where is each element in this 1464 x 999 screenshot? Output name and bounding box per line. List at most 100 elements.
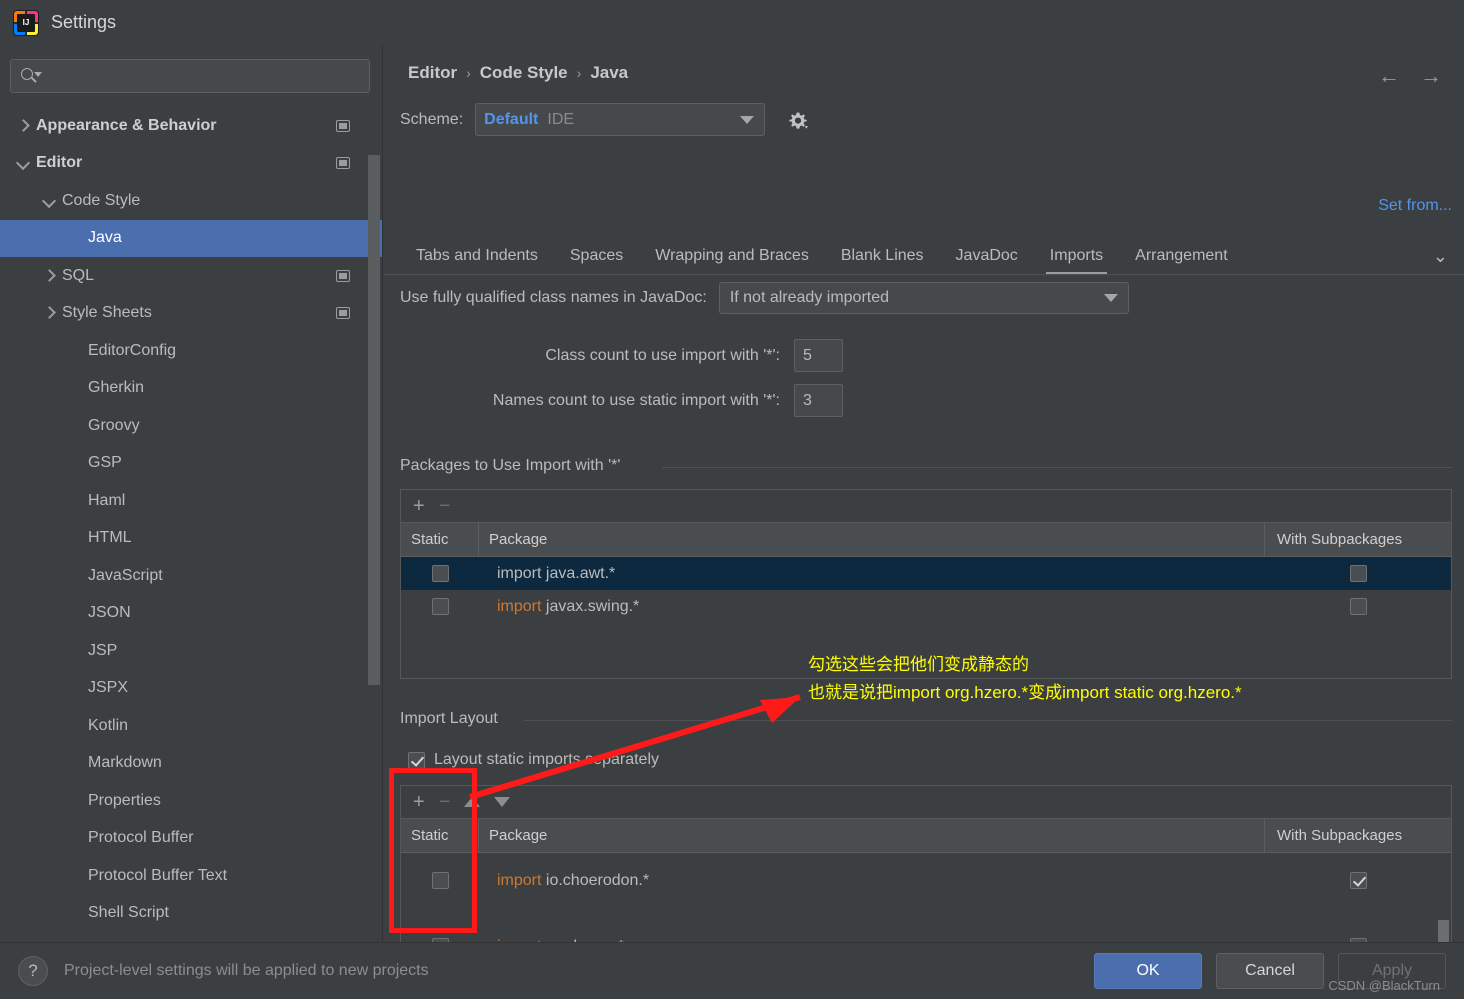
sidebar-scrollbar-thumb[interactable] xyxy=(368,155,380,685)
sidebar-item-html[interactable]: HTML xyxy=(0,520,382,558)
sidebar-item-label: SQL xyxy=(62,266,95,284)
sidebar-item-style-sheets[interactable]: Style Sheets xyxy=(0,295,382,333)
column-header-package[interactable]: Package xyxy=(479,523,1265,556)
sidebar-item-label: JSON xyxy=(88,604,131,622)
breadcrumb-item-editor[interactable]: Editor xyxy=(408,63,457,83)
sidebar-item-editorconfig[interactable]: EditorConfig xyxy=(0,332,382,370)
ok-button[interactable]: OK xyxy=(1094,953,1202,989)
static-cell[interactable] xyxy=(401,565,479,582)
package-cell[interactable]: import javax.swing.* xyxy=(479,598,1265,616)
table-row[interactable]: import io.choerodon.* xyxy=(401,864,1451,897)
package-cell[interactable]: import io.choerodon.* xyxy=(479,872,1265,890)
tab-imports[interactable]: Imports xyxy=(1034,247,1119,275)
sidebar-item-protocol-buffer[interactable]: Protocol Buffer xyxy=(0,820,382,858)
layout-static-separately-checkbox[interactable] xyxy=(408,751,425,769)
layout-static-separately-checkbox-row[interactable]: Layout static imports separately xyxy=(408,751,659,769)
sidebar-item-java[interactable]: Java xyxy=(0,219,382,257)
static-checkbox[interactable] xyxy=(431,598,449,615)
sidebar-item-label: Java xyxy=(88,229,122,247)
sidebar-item-protocol-buffer-text[interactable]: Protocol Buffer Text xyxy=(0,857,382,895)
chevron-right-icon[interactable] xyxy=(42,306,56,320)
tab-blank-lines[interactable]: Blank Lines xyxy=(825,247,940,275)
names-count-row: Names count to use static import with '*… xyxy=(400,384,843,417)
package-cell[interactable]: import java.awt.* xyxy=(479,565,1265,583)
sidebar-item-groovy[interactable]: Groovy xyxy=(0,407,382,445)
sidebar-item-jsp[interactable]: JSP xyxy=(0,632,382,670)
tabs-overflow-chevron-icon[interactable]: ⌄ xyxy=(1433,246,1448,275)
breadcrumb-item-java[interactable]: Java xyxy=(590,63,628,83)
scheme-settings-gear-icon[interactable] xyxy=(785,107,811,133)
table-row[interactable]: import java.awt.* xyxy=(401,557,1451,590)
table-row[interactable]: import javax.swing.* xyxy=(401,590,1451,623)
with-subpackages-cell[interactable] xyxy=(1265,872,1451,889)
settings-tree[interactable]: Appearance & Behavior Editor Code Style Jav… xyxy=(0,107,382,942)
sidebar-item-kotlin[interactable]: Kotlin xyxy=(0,707,382,745)
sidebar-item-code-style[interactable]: Code Style xyxy=(0,182,382,220)
sidebar-item-sql[interactable]: SQL xyxy=(0,257,382,295)
breadcrumb-item-code-style[interactable]: Code Style xyxy=(480,63,568,83)
sidebar-item-haml[interactable]: Haml xyxy=(0,482,382,520)
sidebar-item-shell-script[interactable]: Shell Script xyxy=(0,895,382,933)
sidebar-item-gherkin[interactable]: Gherkin xyxy=(0,370,382,408)
names-count-input[interactable]: 3 xyxy=(794,384,843,417)
chevron-right-icon[interactable] xyxy=(16,119,30,133)
sidebar-item-javascript[interactable]: JavaScript xyxy=(0,557,382,595)
move-down-arrow-icon[interactable] xyxy=(494,797,511,807)
sidebar-item-appearance-behavior[interactable]: Appearance & Behavior xyxy=(0,107,382,145)
column-header-static[interactable]: Static xyxy=(401,523,479,556)
table-row[interactable] xyxy=(401,853,1451,864)
forward-arrow-icon[interactable]: → xyxy=(1420,65,1442,87)
sidebar-item-label: Editor xyxy=(36,154,83,172)
add-package-button[interactable]: + xyxy=(413,496,425,516)
table-row[interactable] xyxy=(401,897,1451,930)
set-from-link[interactable]: Set from... xyxy=(1378,197,1452,215)
dialog-title: Settings xyxy=(51,12,117,32)
sidebar-item-label: Groovy xyxy=(88,416,140,434)
chevron-down-icon[interactable] xyxy=(16,156,30,170)
fqcn-select[interactable]: If not already imported xyxy=(718,282,1129,314)
chevron-right-icon[interactable] xyxy=(42,269,56,283)
sidebar-item-json[interactable]: JSON xyxy=(0,595,382,633)
with-subpackages-checkbox[interactable] xyxy=(1349,872,1367,889)
tab-wrapping-and-braces[interactable]: Wrapping and Braces xyxy=(639,247,825,275)
search-box[interactable] xyxy=(10,59,370,93)
with-subpackages-cell[interactable] xyxy=(1265,565,1451,582)
help-icon[interactable]: ? xyxy=(18,956,48,986)
back-arrow-icon[interactable]: ← xyxy=(1378,65,1400,87)
class-count-input[interactable]: 5 xyxy=(794,339,843,372)
column-header-with-subpackages[interactable]: With Subpackages xyxy=(1265,523,1451,556)
sidebar-item-label: EditorConfig xyxy=(88,341,177,359)
sidebar-item-gsp[interactable]: GSP xyxy=(0,445,382,483)
import-keyword: import xyxy=(497,871,542,889)
with-subpackages-checkbox[interactable] xyxy=(1349,598,1367,615)
tab-tabs-and-indents[interactable]: Tabs and Indents xyxy=(400,247,554,275)
tab-arrangement[interactable]: Arrangement xyxy=(1119,247,1244,275)
scheme-select[interactable]: Default IDE xyxy=(475,103,766,136)
sidebar-item-jspx[interactable]: JSPX xyxy=(0,670,382,708)
tab-javadoc[interactable]: JavaDoc xyxy=(940,247,1034,275)
cancel-button[interactable]: Cancel xyxy=(1216,953,1324,989)
static-cell[interactable] xyxy=(401,598,479,615)
project-scope-badge-icon xyxy=(336,269,350,282)
static-checkbox[interactable] xyxy=(431,565,449,582)
sidebar-item-properties[interactable]: Properties xyxy=(0,782,382,820)
with-subpackages-checkbox[interactable] xyxy=(1349,565,1367,582)
tab-spaces[interactable]: Spaces xyxy=(554,247,639,275)
sidebar-item-editor[interactable]: Editor xyxy=(0,145,382,183)
sidebar-scrollbar-track[interactable] xyxy=(368,107,381,942)
scheme-label: Scheme: xyxy=(400,110,464,128)
chevron-down-icon xyxy=(740,115,755,124)
chevron-down-icon[interactable] xyxy=(42,194,56,208)
remove-package-button[interactable]: − xyxy=(439,496,451,516)
sidebar-item-markdown[interactable]: Markdown xyxy=(0,745,382,783)
imports-form-area: Use fully qualified class names in JavaD… xyxy=(384,277,1464,982)
search-input[interactable] xyxy=(41,68,369,84)
column-header-with-subpackages[interactable]: With Subpackages xyxy=(1265,819,1451,852)
column-header-package[interactable]: Package xyxy=(479,819,1265,852)
packages-table-toolbar: + − xyxy=(401,490,1451,523)
with-subpackages-cell[interactable] xyxy=(1265,598,1451,615)
